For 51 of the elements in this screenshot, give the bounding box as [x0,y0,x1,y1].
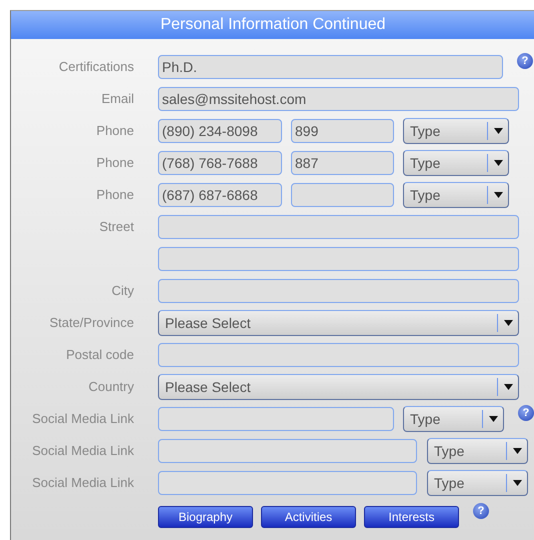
input-field[interactable]: (687) 687-6868 [158,183,282,207]
caret-icon [494,128,502,134]
caret-icon [488,416,498,422]
input-field[interactable] [158,279,519,303]
field-label: State/Province [49,315,134,330]
input-field[interactable] [158,215,519,239]
dropdown[interactable]: Type [403,150,509,176]
input-field[interactable]: sales@mssitehost.com [158,87,519,111]
section-button[interactable]: Interests [364,506,459,528]
help-icon[interactable]: ? [518,405,534,421]
input-field[interactable]: (890) 234-8098 [158,119,282,143]
caret-icon [512,480,522,486]
dropdown[interactable]: Please Select [158,310,519,336]
field-label: Email [101,91,134,106]
field-label: Social Media Link [32,475,134,490]
caret-icon [504,320,512,326]
input-field[interactable] [158,407,394,431]
input-field[interactable] [158,343,519,367]
dropdown[interactable]: Type [403,118,509,144]
field-label: Social Media Link [32,411,134,426]
field-label: Country [88,379,134,394]
caret-icon [504,384,512,390]
caret-icon [494,192,502,198]
field-label: Social Media Link [32,443,134,458]
input-field[interactable]: 899 [291,119,394,143]
dropdown[interactable]: Type [403,182,509,208]
dropdown[interactable]: Type [403,406,504,432]
input-field[interactable] [158,247,519,271]
dropdown[interactable]: Type [427,470,528,496]
input-field[interactable]: Ph.D. [158,55,503,79]
field-label: City [112,283,134,298]
field-label: Certifications [58,59,134,74]
field-label: Street [99,219,134,234]
input-field[interactable]: (768) 768-7688 [158,151,282,175]
input-field[interactable]: 887 [291,151,394,175]
field-label: Phone [96,187,134,202]
help-icon[interactable]: ? [473,503,489,519]
field-label: Phone [96,123,134,138]
field-label: Postal code [66,347,134,362]
dropdown[interactable]: Please Select [158,374,519,400]
input-field[interactable] [291,183,394,207]
section-button[interactable]: Activities [261,506,356,528]
panel-title: Personal Information Continued [11,11,534,39]
dropdown[interactable]: Type [427,438,528,464]
caret-icon [512,448,522,454]
help-icon[interactable]: ? [517,53,533,69]
input-field[interactable] [158,471,417,495]
section-button[interactable]: Biography [158,506,253,528]
input-field[interactable] [158,439,417,463]
field-label: Phone [96,155,134,170]
caret-icon [494,160,502,166]
